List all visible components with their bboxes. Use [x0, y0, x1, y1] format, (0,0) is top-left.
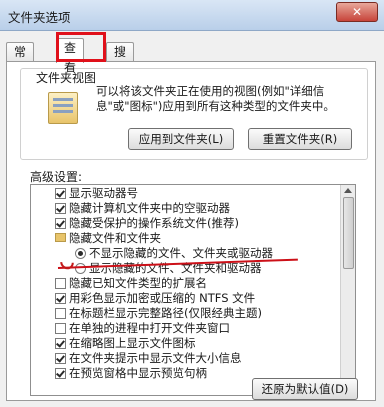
title-bar: 文件夹选项 ✕	[0, 0, 384, 31]
checkbox[interactable]	[55, 218, 66, 229]
checkbox[interactable]	[55, 293, 66, 304]
reset-folders-button[interactable]: 重置文件夹(R)	[248, 128, 352, 150]
advanced-settings-list[interactable]: 显示驱动器号 隐藏计算机文件夹中的空驱动器 隐藏受保护的操作系统文件(推荐) 隐…	[30, 184, 356, 396]
tab-highlight-annotation	[56, 32, 106, 62]
folder-views-description: 可以将该文件夹正在使用的视图(例如"详细信息"或"图标")应用到所有这种类型的文…	[96, 84, 335, 113]
apply-to-folders-button[interactable]: 应用到文件夹(L)	[128, 128, 234, 150]
window-title: 文件夹选项	[8, 10, 71, 25]
checkbox[interactable]	[55, 188, 66, 199]
checkbox[interactable]	[55, 308, 66, 319]
close-button[interactable]: ✕	[336, 2, 378, 22]
radio-button[interactable]	[75, 263, 86, 274]
radio-button[interactable]	[75, 248, 86, 259]
tab-search[interactable]: 搜索	[106, 42, 135, 78]
checkbox[interactable]	[55, 203, 66, 214]
scroll-up-icon[interactable]	[344, 188, 352, 193]
folder-view-icon	[48, 92, 78, 124]
advanced-settings-label: 高级设置:	[30, 170, 83, 184]
checkbox[interactable]	[55, 338, 66, 349]
restore-defaults-button[interactable]: 还原为默认值(D)	[252, 378, 358, 400]
tab-general[interactable]: 常规	[6, 42, 35, 78]
checkbox[interactable]	[55, 368, 66, 379]
scroll-thumb[interactable]	[343, 197, 354, 269]
checkbox[interactable]	[55, 323, 66, 334]
folder-icon	[55, 233, 66, 242]
list-scrollbar[interactable]	[340, 185, 355, 395]
checkbox[interactable]	[55, 353, 66, 364]
checkbox[interactable]	[55, 278, 66, 289]
